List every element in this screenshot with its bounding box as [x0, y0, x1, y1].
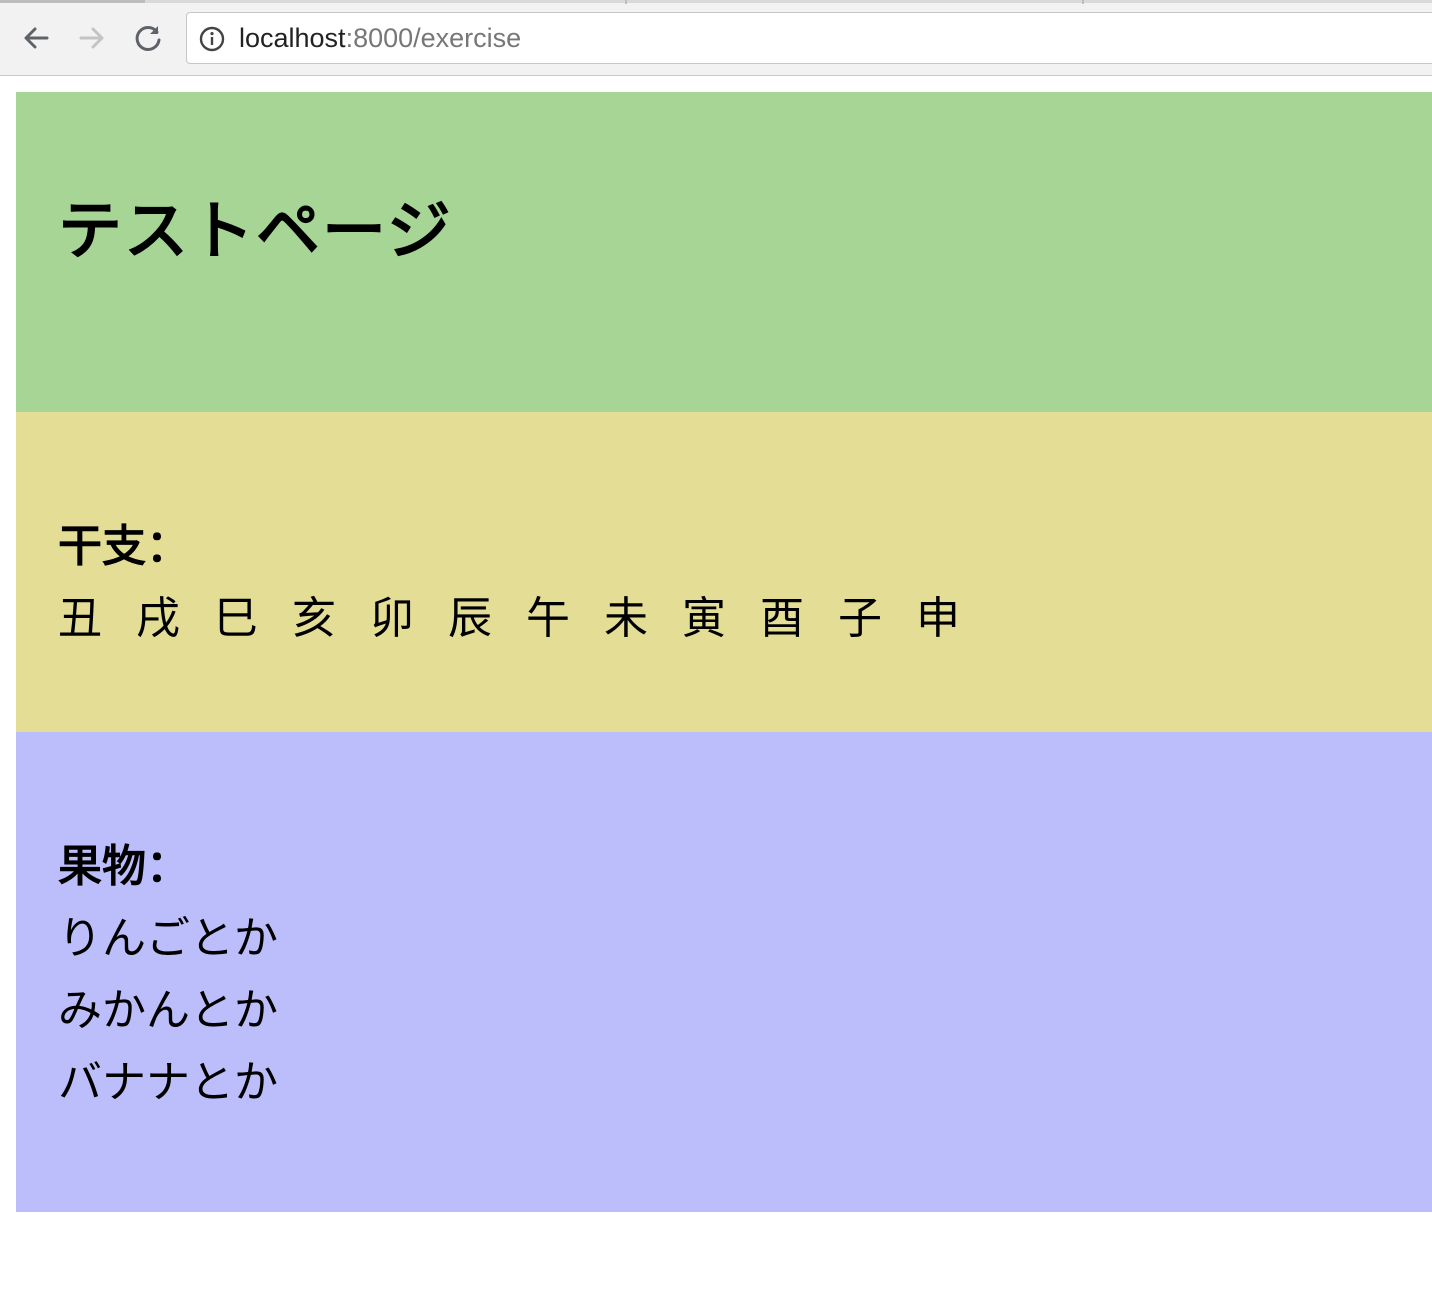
arrow-left-icon: [24, 27, 49, 49]
tab-separator: [625, 0, 627, 4]
zodiac-item: 子: [838, 593, 882, 644]
zodiac-item: 寅: [682, 593, 726, 644]
url-path: :8000/exercise: [345, 23, 522, 53]
tab-strip: [0, 0, 1432, 3]
zodiac-item: 申: [916, 593, 960, 644]
back-button[interactable]: [18, 20, 54, 56]
zodiac-item: 巳: [214, 593, 258, 644]
reload-button[interactable]: [130, 20, 166, 56]
fruit-item: バナナとか: [58, 1057, 278, 1108]
url-text[interactable]: localhost:8000/exercise: [239, 13, 521, 63]
url-host: localhost: [239, 23, 346, 53]
zodiac-item: 午: [526, 593, 570, 644]
zodiac-item: 卯: [370, 593, 414, 644]
fruit-item: りんごとか: [58, 913, 278, 964]
zodiac-item: 未: [604, 593, 648, 644]
zodiac-label: 干支：: [58, 521, 190, 572]
reload-icon: [135, 25, 161, 51]
zodiac-item: 酉: [760, 593, 804, 644]
active-tab[interactable]: [0, 0, 145, 3]
arrow-right-icon: [79, 27, 104, 49]
zodiac-item: 丑: [58, 593, 102, 644]
page-content: テストページ 干支： 丑 戌 巳 亥 卯 辰 午 未 寅 酉 子 申 果物： り…: [16, 92, 1432, 1212]
fruit-item: みかんとか: [58, 985, 278, 1036]
fruit-section: 果物： りんごとか みかんとか バナナとか: [16, 732, 1432, 1212]
zodiac-section: 干支： 丑 戌 巳 亥 卯 辰 午 未 寅 酉 子 申: [16, 412, 1432, 732]
browser-toolbar: localhost:8000/exercise: [0, 0, 1432, 76]
zodiac-item: 辰: [448, 593, 492, 644]
page-title: テストページ: [58, 195, 453, 269]
tab-separator: [1082, 0, 1084, 4]
forward-button[interactable]: [74, 20, 110, 56]
zodiac-item: 亥: [292, 593, 336, 644]
zodiac-list: 丑 戌 巳 亥 卯 辰 午 未 寅 酉 子 申: [58, 582, 980, 646]
fruit-label: 果物：: [58, 841, 190, 892]
header-section: テストページ: [16, 92, 1432, 412]
info-icon[interactable]: [199, 26, 225, 52]
address-bar[interactable]: localhost:8000/exercise: [186, 12, 1432, 64]
zodiac-item: 戌: [136, 593, 180, 644]
